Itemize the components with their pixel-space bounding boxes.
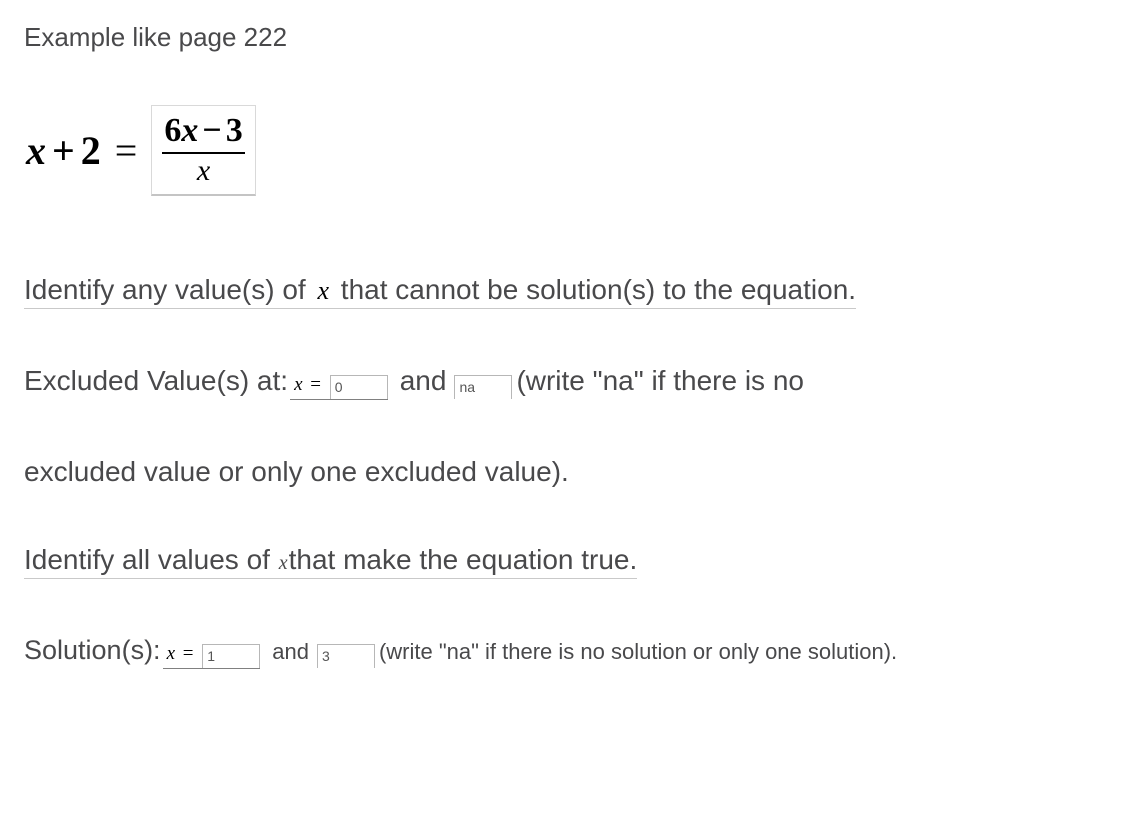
excluded-values-row: Excluded Value(s) at: x = 0 and na (writ… [24, 365, 1114, 400]
instr2-var: x [278, 552, 289, 574]
fraction-numerator: 6x−3 [162, 112, 244, 154]
fraction-box[interactable]: 6x−3 x [151, 105, 255, 196]
minus-sign: − [198, 112, 225, 149]
excluded-input-group-1: x = 0 [290, 365, 388, 400]
solutions-row: Solution(s): x = 1 and 3 (write "na" if … [24, 635, 1114, 669]
and-text-1: and [392, 365, 455, 397]
lhs-const: 2 [81, 128, 101, 173]
excl-var-x: x [294, 374, 302, 395]
solution-label: Solution(s): [24, 635, 161, 666]
instruction-solutions: Identify all values of xthat make the eq… [24, 544, 637, 579]
excluded-label: Excluded Value(s) at: [24, 365, 288, 397]
instruction-excluded: Identify any value(s) of x that cannot b… [24, 274, 856, 309]
sol-var-x: x [167, 643, 175, 664]
instr2-post: that make the equation true. [289, 544, 638, 575]
instr1-pre: Identify any value(s) of [24, 274, 313, 305]
solution-value-2-input[interactable]: 3 [317, 644, 375, 668]
instr1-var: x [313, 276, 333, 305]
excluded-var: x = [290, 374, 330, 395]
page-reference: Example like page 222 [24, 22, 1114, 53]
instr2-pre: Identify all values of [24, 544, 278, 575]
solution-input-group-1: x = 1 [163, 639, 261, 669]
solution-hint: (write "na" if there is no solution or o… [375, 639, 897, 665]
instr1-post: that cannot be solution(s) to the equati… [333, 274, 856, 305]
plus-sign: + [46, 128, 81, 173]
num-const: 3 [226, 112, 243, 149]
solution-var: x = [163, 643, 203, 664]
excluded-value-1-input[interactable]: 0 [330, 375, 388, 399]
equation-display: x+2 = 6x−3 x [24, 105, 1114, 196]
problem-container: Example like page 222 x+2 = 6x−3 x Ident… [0, 0, 1138, 691]
excluded-value-2-input[interactable]: na [454, 375, 512, 399]
equals-sign: = [115, 127, 138, 174]
fraction-denominator: x [162, 154, 244, 188]
solution-value-1-input[interactable]: 1 [202, 644, 260, 668]
excl-eq: = [303, 374, 321, 395]
excluded-continuation: excluded value or only one excluded valu… [24, 456, 1114, 488]
excluded-hint: (write "na" if there is no [512, 365, 804, 397]
equation-lhs: x+2 [26, 127, 101, 174]
and-text-2: and [264, 639, 317, 665]
num-var: x [181, 112, 198, 149]
sol-eq: = [175, 643, 193, 664]
lhs-var: x [26, 128, 46, 173]
num-coef: 6 [164, 112, 181, 149]
